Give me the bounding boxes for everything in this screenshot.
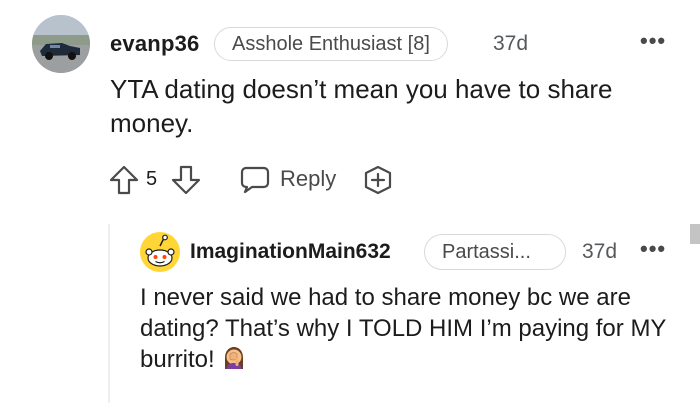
downvote-arrow-icon[interactable] [170, 164, 202, 196]
comment-author[interactable]: evanp36 [110, 31, 199, 57]
car-photo-avatar[interactable] [32, 15, 90, 73]
reply-more-options-button[interactable]: ••• [640, 238, 666, 260]
reply-button[interactable]: Reply [240, 162, 336, 196]
more-options-button[interactable]: ••• [640, 30, 666, 52]
reply-body-text: I never said we had to share money bc we… [140, 284, 667, 373]
reply-author[interactable]: ImaginationMain632 [190, 240, 391, 264]
comment-body: YTA dating doesn’t mean you have to shar… [110, 74, 613, 138]
comment-timestamp[interactable]: 37d [493, 32, 528, 56]
user-flair: Asshole Enthusiast [8] [214, 27, 448, 61]
thread-line[interactable] [108, 224, 110, 403]
speech-bubble-icon [240, 166, 270, 194]
vote-count: 5 [146, 168, 158, 190]
reply-label: Reply [280, 166, 337, 191]
reply-timestamp[interactable]: 37d [582, 240, 617, 264]
scrollbar-thumb[interactable] [690, 224, 700, 244]
reply-user-flair: Partassi... [424, 234, 566, 270]
upvote-arrow-icon[interactable] [108, 164, 140, 196]
reply-body: I never said we had to share money bc we… [140, 282, 670, 379]
award-plus-icon[interactable] [362, 164, 394, 196]
snoo-avatar[interactable] [140, 232, 180, 272]
facepalm-emoji [221, 345, 247, 379]
